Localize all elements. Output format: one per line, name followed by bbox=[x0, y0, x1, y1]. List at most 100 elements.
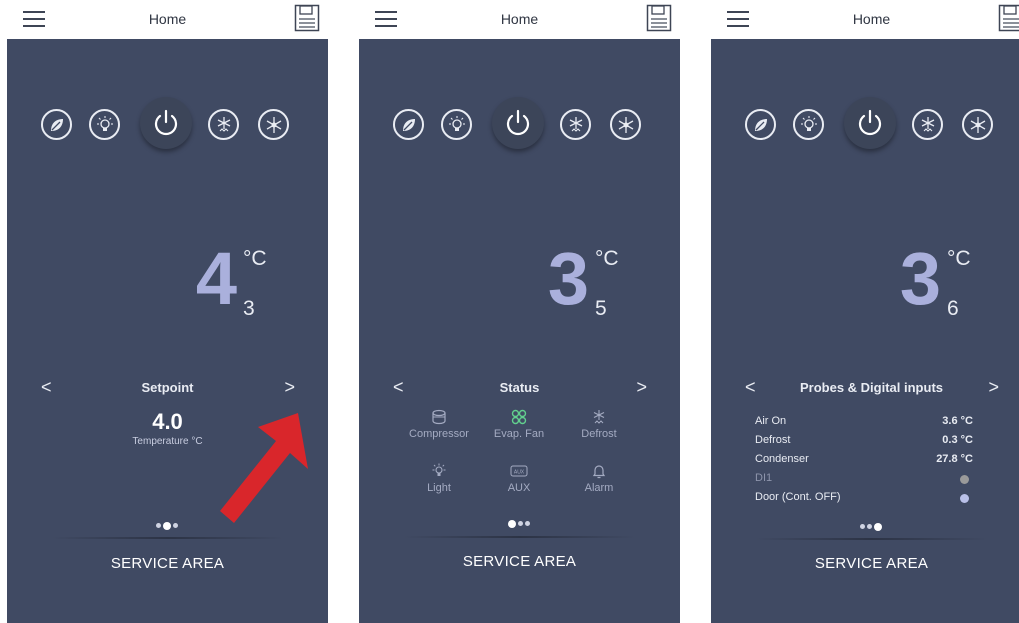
snowflake-fan-icon[interactable] bbox=[610, 109, 641, 140]
temperature-unit: °C bbox=[947, 247, 971, 270]
status-item-compressor: Compressor bbox=[399, 409, 479, 440]
probe-name: Defrost bbox=[755, 434, 791, 446]
probe-name: Air On bbox=[755, 415, 787, 427]
page-dot bbox=[525, 521, 530, 527]
service-area-button[interactable]: SERVICE AREA bbox=[751, 555, 992, 572]
header-title: Home bbox=[500, 11, 539, 27]
page-dot-active bbox=[163, 521, 171, 530]
floppy-save-icon[interactable] bbox=[646, 4, 672, 32]
red-pointer-arrow-icon bbox=[220, 413, 308, 523]
divider bbox=[756, 538, 987, 540]
status-item-light: Light bbox=[399, 463, 479, 494]
input-name: Door (Cont. OFF) bbox=[755, 491, 841, 503]
app-header: Home bbox=[711, 0, 1019, 39]
temperature-integer: 3 bbox=[899, 237, 941, 320]
digital-input-row-di1: DI1 bbox=[755, 470, 973, 488]
temperature-decimal: 6 bbox=[947, 297, 959, 320]
page-indicator bbox=[841, 518, 901, 531]
status-label: AUX bbox=[507, 482, 531, 494]
floppy-save-icon[interactable] bbox=[294, 4, 320, 32]
page-dot bbox=[518, 521, 523, 527]
phone-screen-status: Home 3 °C 5 < Status > Compressor Evap. … bbox=[359, 0, 680, 623]
hamburger-menu-icon[interactable] bbox=[375, 11, 397, 27]
app-header: Home bbox=[7, 0, 328, 39]
temperature-integer: 4 bbox=[195, 237, 237, 320]
status-item-defrost: Defrost bbox=[559, 409, 639, 440]
probe-row-air-on: Air On 3.6 °C bbox=[755, 413, 973, 431]
service-area-button[interactable]: SERVICE AREA bbox=[47, 555, 288, 572]
eco-leaf-icon[interactable] bbox=[393, 109, 424, 140]
probe-row-defrost: Defrost 0.3 °C bbox=[755, 432, 973, 450]
hamburger-menu-icon[interactable] bbox=[727, 11, 749, 27]
main-screen: 4 °C 3 < Setpoint > 4.0 Temperature °C S… bbox=[7, 39, 328, 623]
service-area-button[interactable]: SERVICE AREA bbox=[399, 553, 640, 570]
status-item-alarm: Alarm bbox=[559, 463, 639, 494]
temperature-decimal: 5 bbox=[595, 297, 607, 320]
temperature-integer: 3 bbox=[547, 237, 589, 320]
defrost-icon bbox=[593, 410, 605, 424]
input-name: DI1 bbox=[755, 472, 773, 484]
page-indicator bbox=[137, 517, 197, 530]
page-dot bbox=[173, 523, 178, 529]
digital-input-row-door: Door (Cont. OFF) bbox=[755, 489, 973, 507]
defrost-snowflake-icon[interactable] bbox=[560, 109, 591, 140]
main-screen: 3 °C 6 < Probes & Digital inputs > Air O… bbox=[711, 39, 1019, 623]
status-label: Compressor bbox=[409, 428, 469, 440]
page-dot bbox=[860, 524, 865, 530]
page-dot bbox=[156, 523, 161, 529]
prev-page-button[interactable]: < bbox=[41, 376, 52, 398]
panel-title: Probes & Digital inputs bbox=[799, 380, 943, 395]
svg-text:AUX: AUX bbox=[514, 470, 525, 476]
power-icon[interactable] bbox=[492, 97, 544, 149]
light-bulb-icon[interactable] bbox=[89, 109, 120, 140]
phone-screen-probes: Home 3 °C 6 < Probes & Digital inputs > … bbox=[711, 0, 1019, 623]
power-icon[interactable] bbox=[844, 97, 896, 149]
light-bulb-icon[interactable] bbox=[441, 109, 472, 140]
next-page-button[interactable]: > bbox=[988, 376, 999, 398]
probe-row-condenser: Condenser 27.8 °C bbox=[755, 451, 973, 469]
power-icon[interactable] bbox=[140, 97, 192, 149]
status-label: Light bbox=[427, 482, 451, 494]
temperature-unit: °C bbox=[243, 247, 267, 270]
phone-screen-setpoint: Home 4 °C 3 < Setpoint > 4.0 Temperature… bbox=[7, 0, 328, 623]
page-dot-active bbox=[874, 522, 882, 531]
defrost-snowflake-icon[interactable] bbox=[208, 109, 239, 140]
eco-leaf-icon[interactable] bbox=[745, 109, 776, 140]
status-label: Defrost bbox=[581, 428, 617, 440]
defrost-snowflake-icon[interactable] bbox=[912, 109, 943, 140]
app-header: Home bbox=[359, 0, 680, 39]
divider bbox=[404, 536, 635, 538]
temperature-unit: °C bbox=[595, 247, 619, 270]
divider bbox=[52, 537, 283, 539]
compressor-icon bbox=[432, 409, 446, 425]
page-indicator bbox=[489, 515, 549, 528]
bell-icon bbox=[592, 465, 606, 479]
panel-title: Setpoint bbox=[141, 380, 194, 395]
page-dot bbox=[867, 524, 872, 530]
next-page-button[interactable]: > bbox=[636, 376, 647, 398]
probe-value: 0.3 °C bbox=[942, 434, 973, 446]
page-dot-active bbox=[508, 519, 516, 528]
status-label: Alarm bbox=[584, 482, 614, 494]
status-item-aux: AUX AUX bbox=[479, 463, 559, 494]
header-title: Home bbox=[148, 11, 187, 27]
input-state-dot bbox=[960, 475, 969, 484]
floppy-save-icon[interactable] bbox=[998, 4, 1019, 32]
header-title: Home bbox=[852, 11, 891, 27]
snowflake-fan-icon[interactable] bbox=[962, 109, 993, 140]
hamburger-menu-icon[interactable] bbox=[23, 11, 45, 27]
main-screen: 3 °C 5 < Status > Compressor Evap. Fan D… bbox=[359, 39, 680, 623]
probe-value: 3.6 °C bbox=[942, 415, 973, 427]
prev-page-button[interactable]: < bbox=[393, 376, 404, 398]
status-label: Evap. Fan bbox=[493, 428, 545, 440]
probe-name: Condenser bbox=[755, 453, 809, 465]
temperature-decimal: 3 bbox=[243, 297, 255, 320]
next-page-button[interactable]: > bbox=[284, 376, 295, 398]
panel-title: Status bbox=[499, 380, 540, 395]
probe-value: 27.8 °C bbox=[936, 453, 973, 465]
eco-leaf-icon[interactable] bbox=[41, 109, 72, 140]
light-bulb-icon[interactable] bbox=[793, 109, 824, 140]
snowflake-fan-icon[interactable] bbox=[258, 109, 289, 140]
prev-page-button[interactable]: < bbox=[745, 376, 756, 398]
light-icon bbox=[432, 463, 446, 476]
